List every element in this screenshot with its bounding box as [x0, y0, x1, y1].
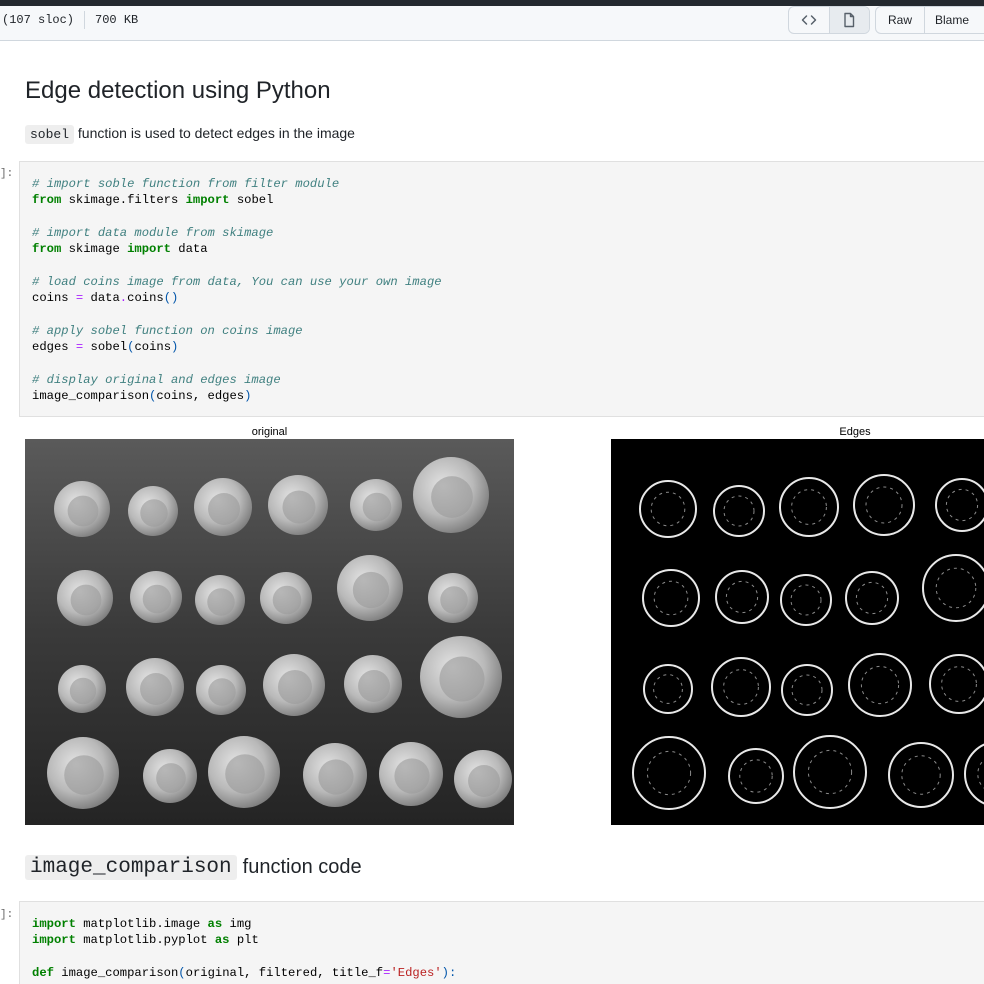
raw-button[interactable]: Raw: [876, 7, 924, 33]
coin-relief: [272, 585, 302, 615]
file-icon: [844, 12, 855, 28]
coin-relief: [208, 493, 240, 525]
coin-relief: [282, 490, 316, 524]
sloc-count: (107 sloc): [2, 13, 75, 27]
intro-paragraph: sobel function is used to detect edges i…: [25, 124, 355, 144]
blame-button[interactable]: Blame: [924, 7, 984, 33]
coin-relief: [468, 765, 500, 797]
coin-relief: [277, 669, 313, 705]
coins-original-svg: [25, 439, 514, 825]
code-block: import matplotlib.image as img import ma…: [32, 917, 457, 980]
divider: [84, 11, 86, 29]
coin-relief: [318, 759, 354, 795]
coin-relief: [140, 499, 168, 527]
code-icon: [801, 15, 816, 25]
code-comment: # load coins image from data, You can us…: [32, 274, 442, 289]
code-comment: # apply sobel function on coins image: [32, 323, 303, 338]
coin-relief: [207, 588, 235, 616]
plot-title-original: original: [251, 426, 288, 438]
plot-title-edges: Edges: [839, 426, 871, 438]
file-size: 700 KB: [95, 13, 139, 27]
code-cell-2[interactable]: import matplotlib.image as img import ma…: [19, 901, 984, 984]
coin-relief: [439, 656, 485, 702]
coin-relief: [69, 677, 97, 705]
coin-relief: [140, 673, 172, 705]
coin-relief: [208, 678, 236, 706]
view-toggle: [788, 6, 870, 34]
raw-blame-group: Raw Blame: [875, 6, 984, 34]
coin-relief: [440, 586, 468, 614]
file-view-button[interactable]: [828, 7, 869, 33]
file-header-bar: (107 sloc) 700 KB Raw Blame: [0, 6, 984, 41]
coin-relief: [67, 495, 99, 527]
cell-prompt: ]:: [0, 168, 14, 180]
coin-relief: [225, 754, 265, 794]
coin-relief: [431, 476, 473, 518]
code-comment: # display original and edges image: [32, 372, 281, 387]
code-comment: # import data module from skimage: [32, 225, 274, 240]
heading-text: function code: [242, 856, 362, 878]
code-view-button[interactable]: [789, 7, 829, 33]
coins-edges-image: [611, 439, 984, 825]
coin-relief: [142, 584, 172, 614]
inline-code-sobel: sobel: [25, 125, 75, 144]
coins-original-image: [25, 439, 514, 825]
code-comment: # import soble function from filter modu…: [32, 177, 340, 191]
section-heading-edge-detection: Edge detection using Python: [25, 77, 331, 104]
cell-prompt: ]:: [0, 909, 14, 921]
code-block: # import soble function from filter modu…: [32, 177, 442, 403]
coins-edges-svg: [611, 439, 984, 825]
coin-relief: [70, 584, 102, 616]
section-heading-function-code: image_comparison function code: [25, 855, 362, 880]
coin-relief: [394, 758, 430, 794]
inline-code-image-comparison: image_comparison: [25, 855, 237, 880]
coin-relief: [352, 571, 390, 609]
code-cell-1[interactable]: # import soble function from filter modu…: [19, 161, 984, 417]
coin-relief: [362, 492, 392, 522]
coin-relief: [358, 670, 390, 702]
coin-relief: [156, 763, 186, 793]
coin-relief: [64, 755, 104, 795]
file-info: (107 sloc) 700 KB: [2, 11, 138, 29]
intro-text: function is used to detect edges in the …: [74, 125, 355, 141]
